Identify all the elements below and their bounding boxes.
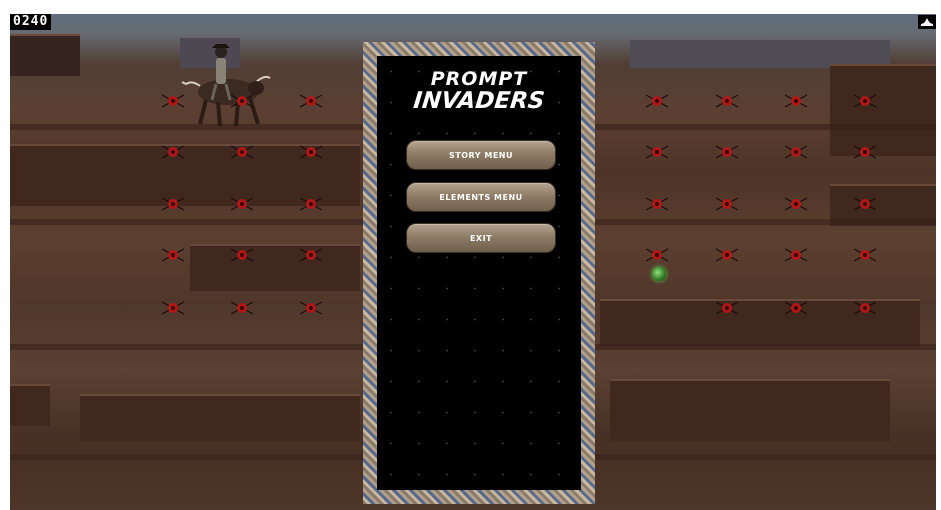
main-menu-panel: PROMPT INVADERS STORY MENU ELEMENTS MENU…: [377, 56, 581, 490]
invader-enemy: [162, 145, 184, 159]
invader-enemy: [785, 94, 807, 108]
invader-enemy: [300, 301, 322, 315]
invader-enemy: [785, 197, 807, 211]
invader-enemy: [646, 94, 668, 108]
invader-enemy: [300, 248, 322, 262]
invader-enemy: [716, 248, 738, 262]
invader-enemy: [854, 197, 876, 211]
invader-enemy: [785, 301, 807, 315]
score-counter: 0240: [10, 14, 52, 30]
invader-enemy: [231, 301, 253, 315]
invader-enemy: [231, 145, 253, 159]
invader-enemy: [854, 248, 876, 262]
logo-line-2: INVADERS: [412, 88, 546, 114]
story-menu-button[interactable]: STORY MENU: [406, 140, 556, 170]
ship-icon: [918, 15, 936, 29]
invader-enemy: [231, 248, 253, 262]
logo-line-1: PROMPT: [430, 68, 528, 90]
invader-enemy: [162, 94, 184, 108]
invader-enemy: [162, 301, 184, 315]
game-logo: PROMPT INVADERS: [377, 68, 581, 114]
cowboy-riding-bull: [181, 44, 271, 127]
invader-enemy: [300, 197, 322, 211]
invader-enemy: [231, 197, 253, 211]
invader-enemy: [716, 94, 738, 108]
invader-enemy: [300, 145, 322, 159]
exit-button[interactable]: EXIT: [406, 223, 556, 253]
invader-enemy: [854, 301, 876, 315]
invader-enemy: [162, 248, 184, 262]
invader-enemy: [854, 145, 876, 159]
invader-enemy: [716, 197, 738, 211]
invader-enemy: [785, 145, 807, 159]
invader-enemy: [854, 94, 876, 108]
invader-enemy: [785, 248, 807, 262]
invader-enemy: [231, 94, 253, 108]
invader-enemy: [716, 301, 738, 315]
elements-menu-button[interactable]: ELEMENTS MENU: [406, 182, 556, 212]
menu-frame: PROMPT INVADERS STORY MENU ELEMENTS MENU…: [363, 42, 595, 504]
invader-enemy: [646, 248, 668, 262]
invader-enemy: [162, 197, 184, 211]
invader-enemy: [646, 197, 668, 211]
invader-enemy: [646, 145, 668, 159]
invader-enemy: [300, 94, 322, 108]
invader-enemy: [716, 145, 738, 159]
green-orb-projectile: [652, 267, 666, 281]
